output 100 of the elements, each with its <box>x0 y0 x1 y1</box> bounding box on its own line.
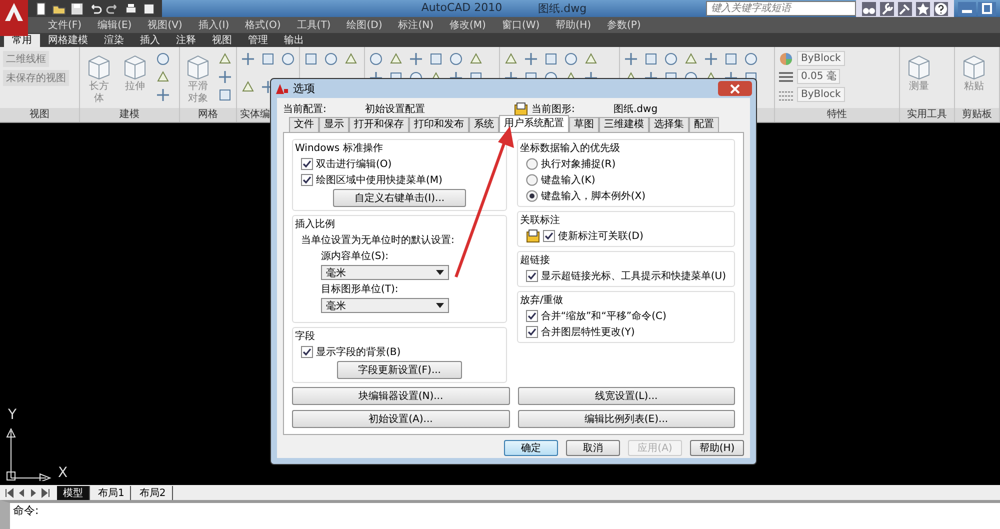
dialog-tab[interactable]: 三维建模 <box>599 117 649 132</box>
panel-title[interactable]: 建模 <box>80 108 179 122</box>
menu-item[interactable]: 绘图(D) <box>338 18 390 32</box>
ribbon-tab[interactable]: 注释 <box>168 34 204 47</box>
new-file-icon[interactable] <box>34 2 48 16</box>
menu-item[interactable]: 文件(F) <box>40 18 90 32</box>
settings-button[interactable]: 线宽设置(L)... <box>518 387 735 405</box>
settings-button[interactable]: 初始设置(A)... <box>292 410 510 428</box>
settings-button[interactable]: 编辑比例列表(E)... <box>518 410 735 428</box>
search-field[interactable]: 键入关键字或短语 <box>706 1 856 16</box>
dialog-tab[interactable]: 打开和保存 <box>349 117 409 132</box>
star-icon[interactable] <box>916 2 930 16</box>
square-icon[interactable] <box>428 51 444 67</box>
circle-icon[interactable] <box>448 51 464 67</box>
dialog-tab[interactable]: 打印和发布 <box>409 117 469 132</box>
ribbon-tab[interactable]: 渲染 <box>96 34 132 47</box>
dialog-tab[interactable]: 配置 <box>689 117 719 132</box>
dialog-button[interactable]: 确定 <box>504 440 558 456</box>
circle-icon[interactable] <box>323 51 339 67</box>
checkbox-label[interactable]: 使新标注可关联(D) <box>558 229 644 243</box>
dialog-button[interactable]: 取消 <box>566 440 620 456</box>
checkbox-label[interactable]: 合并图层特性更改(Y) <box>540 325 635 339</box>
layout-tab[interactable]: 模型 <box>57 486 90 500</box>
close-button[interactable] <box>718 81 752 96</box>
dialog-button[interactable]: 字段更新设置(F)... <box>336 361 462 379</box>
unit-dropdown[interactable]: 毫米 <box>321 298 449 313</box>
minimize-icon[interactable] <box>958 2 976 16</box>
last-icon[interactable] <box>40 486 51 498</box>
circle-icon[interactable] <box>563 51 579 67</box>
menu-item[interactable]: 视图(V) <box>140 18 190 32</box>
checked-checkbox-icon[interactable] <box>301 346 313 358</box>
ribbon-tab[interactable]: 管理 <box>240 34 276 47</box>
dialog-button[interactable]: 自定义右键单击(I)... <box>333 189 466 207</box>
menu-item[interactable]: 格式(O) <box>237 18 289 32</box>
unit-dropdown[interactable]: 毫米 <box>321 265 449 280</box>
square-icon[interactable] <box>723 51 739 67</box>
circle-icon[interactable] <box>155 51 171 67</box>
dialog-tab[interactable]: 文件 <box>289 117 319 132</box>
dialog-tab[interactable]: 选择集 <box>649 117 689 132</box>
ribbon-tab[interactable]: 插入 <box>132 34 168 47</box>
panel-title[interactable]: 特性 <box>775 108 899 122</box>
radio-icon[interactable] <box>526 158 538 170</box>
dialog-button[interactable]: 帮助(H) <box>690 440 744 456</box>
square-icon[interactable] <box>303 51 319 67</box>
panel-title[interactable]: 视图 <box>0 108 79 122</box>
panel-title[interactable]: 网格 <box>180 108 236 122</box>
panel-title[interactable]: 实用工具 <box>900 108 954 122</box>
property-dropdown[interactable]: ByBlock <box>797 87 845 102</box>
app-logo[interactable] <box>0 0 28 36</box>
checked-checkbox-icon[interactable] <box>526 310 538 322</box>
property-dropdown[interactable]: ByBlock <box>797 51 845 66</box>
checked-checkbox-icon[interactable] <box>526 270 538 282</box>
settings-button[interactable]: 块编辑器设置(N)... <box>292 387 510 405</box>
selected-radio-icon[interactable] <box>526 190 538 202</box>
dialog-tab[interactable]: 系统 <box>469 117 499 132</box>
circle-icon[interactable] <box>743 51 759 67</box>
square-icon[interactable] <box>217 87 233 103</box>
checkbox-label[interactable]: 绘图区域中使用快捷菜单(M) <box>316 173 442 187</box>
menu-item[interactable]: 修改(M) <box>442 18 494 32</box>
print-icon[interactable] <box>124 2 138 16</box>
checked-checkbox-icon[interactable] <box>301 174 313 186</box>
first-icon[interactable] <box>4 486 15 498</box>
checkbox-label[interactable]: 双击进行编辑(O) <box>316 157 392 171</box>
panel-title[interactable]: 剪贴板 <box>955 108 999 122</box>
menu-item[interactable]: 工具(T) <box>288 18 339 32</box>
radio-icon[interactable] <box>526 174 538 186</box>
checkbox-label[interactable]: 显示字段的背景(B) <box>316 345 401 359</box>
checked-checkbox-icon[interactable] <box>301 158 313 170</box>
help-icon[interactable] <box>934 2 948 16</box>
radio-label[interactable]: 执行对象捕捉(R) <box>540 157 616 171</box>
maximize-icon[interactable] <box>978 2 996 16</box>
square-icon[interactable] <box>543 51 559 67</box>
command-prompt: 命令: <box>12 504 39 517</box>
checked-checkbox-icon[interactable] <box>542 230 555 242</box>
dialog-tab[interactable]: 显示 <box>319 117 349 132</box>
circle-icon[interactable] <box>663 51 679 67</box>
checkbox-label[interactable]: 显示超链接光标、工具提示和快捷菜单(U) <box>540 269 726 283</box>
circle-icon[interactable] <box>280 51 296 67</box>
ribbon-tab[interactable]: 网格建模 <box>40 34 96 47</box>
dialog-tab[interactable]: 草图 <box>569 117 599 132</box>
ribbon-tab[interactable]: 输出 <box>276 34 312 47</box>
menu-item[interactable]: 帮助(H) <box>548 18 599 32</box>
dimension-file-icon <box>526 229 540 243</box>
square-icon[interactable] <box>643 51 659 67</box>
menu-item[interactable]: 插入(I) <box>190 18 238 32</box>
checkbox-label[interactable]: 合并“缩放”和“平移”命令(C) <box>540 309 666 323</box>
square-icon[interactable] <box>260 51 276 67</box>
menu-item[interactable]: 标注(N) <box>390 18 442 32</box>
checked-checkbox-icon[interactable] <box>526 326 538 338</box>
circle-icon[interactable] <box>368 51 384 67</box>
menu-item[interactable]: 编辑(E) <box>90 18 140 32</box>
menu-item[interactable]: 参数(P) <box>599 18 649 32</box>
wrench-icon[interactable] <box>880 2 894 16</box>
save-icon[interactable] <box>70 2 84 16</box>
ribbon-tab[interactable]: 视图 <box>204 34 240 47</box>
radio-label[interactable]: 键盘输入，脚本例外(X) <box>540 189 646 203</box>
dialog-tab[interactable]: 用户系统配置 <box>499 115 569 132</box>
radio-label[interactable]: 键盘输入(K) <box>540 173 596 187</box>
property-dropdown[interactable]: 0.05 毫 <box>797 69 840 84</box>
menu-item[interactable]: 窗口(W) <box>494 18 548 32</box>
